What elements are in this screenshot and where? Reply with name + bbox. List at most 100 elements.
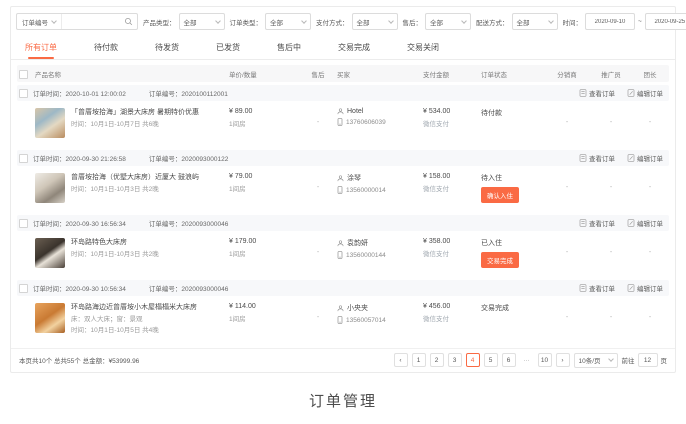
page-jumper: 前往 页	[622, 353, 668, 367]
document-icon	[579, 89, 587, 97]
page-title: 订单管理	[0, 390, 686, 411]
filter-delivery: 配送方式： 全部	[476, 13, 558, 30]
filter-date-range: 时间： ~ ×	[563, 13, 686, 30]
product-dates: 时间：10月1日-10月3日 共2晚	[71, 185, 199, 194]
select-all-checkbox[interactable]	[19, 70, 28, 79]
edit-order-button[interactable]: 编辑订单	[627, 88, 663, 98]
page-size-select[interactable]: 10条/页	[574, 353, 618, 368]
view-order-button[interactable]: 查看订单	[579, 153, 615, 163]
edit-order-button[interactable]: 编辑订单	[627, 218, 663, 228]
product-image	[35, 108, 65, 138]
order-block: 订单时间：2020-09-30 10:56:34 订单编号：2020093000…	[17, 280, 669, 344]
tab-shipped[interactable]: 已发货	[216, 36, 240, 59]
col-buyer: 买家	[337, 69, 423, 79]
order-time-label: 订单时间：	[33, 286, 66, 293]
col-aftersale: 售后	[299, 69, 337, 79]
confirm-checkin-button[interactable]: 确认入住	[481, 187, 519, 203]
person-icon	[337, 175, 344, 182]
page-button-2[interactable]: 2	[430, 353, 444, 367]
order-checkbox[interactable]	[19, 154, 28, 163]
prev-page-button[interactable]: ‹	[394, 353, 408, 367]
view-order-label: 查看订单	[589, 218, 615, 228]
page-button-4-active[interactable]: 4	[466, 353, 480, 367]
order-time-label: 订单时间：	[33, 156, 66, 163]
product-name: 「曾厝垵拾海」湖景大床房 暑期特价优惠	[71, 108, 199, 118]
buyer-phone: 13760606039	[346, 119, 386, 126]
order-no-label: 订单编号：	[149, 156, 182, 163]
chevron-down-icon	[548, 18, 554, 24]
buyer-name: Hotel	[347, 108, 363, 115]
distributor-value: -	[545, 108, 589, 126]
tab-pending-payment[interactable]: 待付款	[94, 36, 118, 59]
phone-icon	[337, 251, 343, 259]
order-status: 待入住	[481, 173, 545, 183]
edit-order-button[interactable]: 编辑订单	[627, 153, 663, 163]
delivery-select[interactable]: 全部	[512, 13, 558, 30]
pay-method: 微信支付	[423, 118, 481, 128]
order-management-page: 订单编号 产品类型： 全部 订单类型：	[0, 0, 686, 424]
page-ellipsis[interactable]: ···	[520, 353, 534, 367]
date-start-input[interactable]	[585, 13, 635, 30]
view-order-button[interactable]: 查看订单	[579, 283, 615, 293]
product-name: 环岛路特色大床房	[71, 238, 159, 248]
order-no-value: 2020093000046	[181, 286, 228, 293]
filter-label: 售后：	[403, 17, 423, 27]
tab-aftersale[interactable]: 售后中	[277, 36, 301, 59]
order-checkbox[interactable]	[19, 284, 28, 293]
page-button-6[interactable]: 6	[502, 353, 516, 367]
quantity: 1间房	[229, 248, 299, 258]
edit-order-button[interactable]: 编辑订单	[627, 283, 663, 293]
filter-pay-method: 支付方式： 全部	[316, 13, 398, 30]
order-block: 订单时间：2020-09-30 16:56:34 订单编号：2020093000…	[17, 215, 669, 277]
order-row: 环岛路特色大床房 时间：10月1日-10月3日 共2晚 ¥ 179.00 1间房…	[17, 231, 669, 277]
product-type-select[interactable]: 全部	[179, 13, 225, 30]
search-field-select[interactable]: 订单编号	[17, 14, 62, 29]
tab-all-orders[interactable]: 所有订单	[25, 36, 57, 59]
date-separator: ~	[638, 18, 642, 25]
view-order-button[interactable]: 查看订单	[579, 218, 615, 228]
tab-pending-shipment[interactable]: 待发货	[155, 36, 179, 59]
col-price-qty: 单价/数量	[229, 69, 299, 79]
order-checkbox[interactable]	[19, 89, 28, 98]
tab-completed[interactable]: 交易完成	[338, 36, 370, 59]
order-no-value: 2020093000046	[181, 221, 228, 228]
jump-page-input[interactable]	[638, 353, 658, 367]
search-field-label: 订单编号	[22, 17, 48, 27]
promoter-value: -	[589, 238, 633, 256]
next-page-button[interactable]: ›	[556, 353, 570, 367]
aftersale-select[interactable]: 全部	[425, 13, 471, 30]
complete-trade-button[interactable]: 交易完成	[481, 252, 519, 268]
search-icon[interactable]	[120, 17, 137, 26]
view-order-button[interactable]: 查看订单	[579, 88, 615, 98]
page-button-5[interactable]: 5	[484, 353, 498, 367]
filter-aftersale: 售后： 全部	[403, 13, 472, 30]
buyer-name: 涂琴	[347, 173, 361, 183]
order-no-label: 订单编号：	[149, 286, 182, 293]
search-combo: 订单编号	[16, 13, 138, 30]
page-button-1[interactable]: 1	[412, 353, 426, 367]
unit-price: ¥ 179.00	[229, 238, 299, 245]
page-button-10[interactable]: 10	[538, 353, 552, 367]
pay-method-select[interactable]: 全部	[352, 13, 398, 30]
view-order-label: 查看订单	[589, 153, 615, 163]
order-block: 订单时间：2020-10-01 12:00:02 订单编号：2020100112…	[17, 85, 669, 147]
order-checkbox[interactable]	[19, 219, 28, 228]
select-value: 全部	[184, 17, 197, 27]
person-icon	[337, 305, 344, 312]
table-header-row: 产品名称 单价/数量 售后 买家 支付金额 订单状态 分销商 推广员 团长	[17, 65, 669, 82]
date-end-input[interactable]	[645, 13, 686, 30]
search-input[interactable]	[62, 15, 120, 29]
order-no-label: 订单编号：	[149, 91, 182, 98]
pay-amount: ¥ 358.00	[423, 238, 481, 245]
product-attrs: 床：双人大床；窗：景观	[71, 315, 197, 324]
order-row: 曾厝垵拾海（优墅大床房）近厦大 鼓浪屿 时间：10月1日-10月3日 共2晚 ¥…	[17, 166, 669, 212]
tab-closed[interactable]: 交易关闭	[407, 36, 439, 59]
filter-label: 产品类型：	[143, 17, 176, 27]
orders-table: 产品名称 单价/数量 售后 买家 支付金额 订单状态 分销商 推广员 团长 订单…	[11, 60, 675, 344]
order-type-select[interactable]: 全部	[265, 13, 311, 30]
edit-order-label: 编辑订单	[637, 218, 663, 228]
chevron-down-icon	[51, 18, 57, 24]
jump-suffix: 页	[661, 355, 668, 365]
promoter-value: -	[589, 303, 633, 321]
page-button-3[interactable]: 3	[448, 353, 462, 367]
